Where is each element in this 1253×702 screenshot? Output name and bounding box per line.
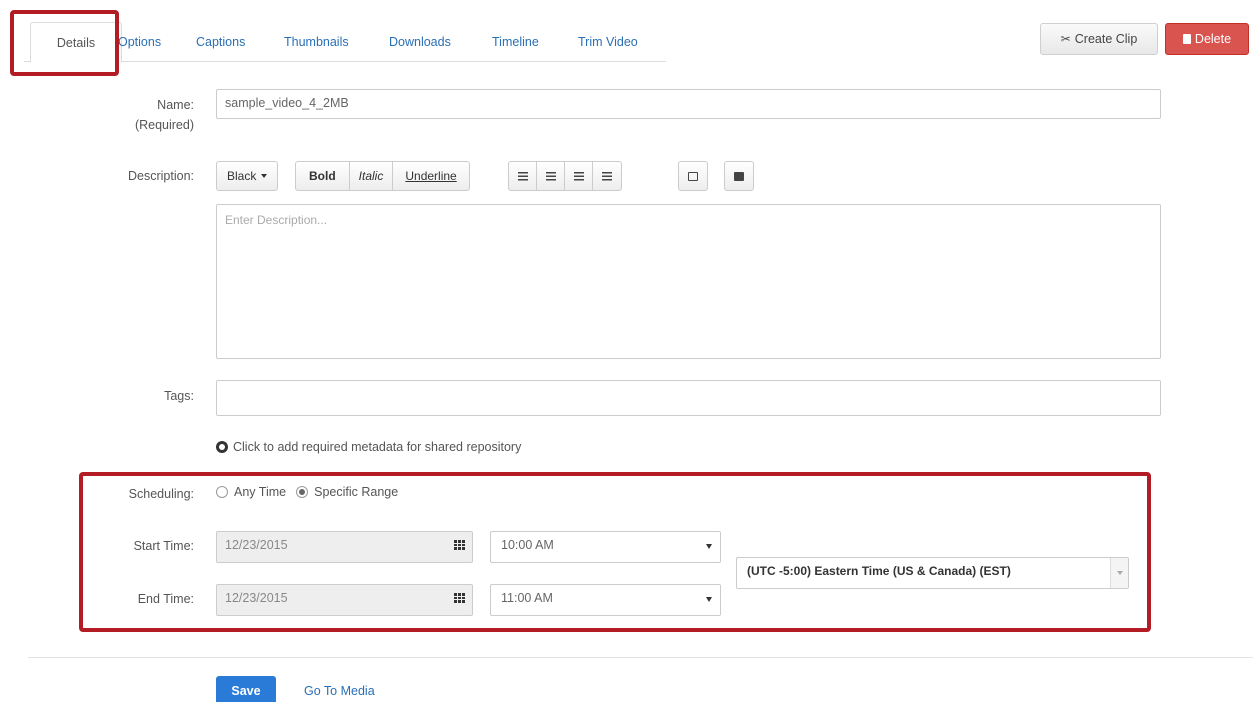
text-color-button[interactable]: Black (217, 162, 277, 190)
specific-range-radio[interactable] (296, 486, 309, 498)
format-button-group: Bold Italic Underline (295, 161, 470, 191)
link-icon (688, 171, 698, 181)
add-metadata-link[interactable]: Click to add required metadata for share… (216, 440, 521, 454)
image-icon (734, 171, 744, 181)
create-clip-label: Create Clip (1074, 32, 1138, 46)
ordered-list-button[interactable] (537, 162, 565, 190)
ordered-list-icon (545, 171, 556, 181)
tab-trim-video[interactable]: Trim Video (578, 22, 638, 62)
end-time-select[interactable]: 11:00 AM (490, 584, 721, 616)
caret-down-icon (706, 597, 712, 602)
create-clip-button[interactable]: ✂ Create Clip (1040, 23, 1158, 55)
description-textarea[interactable]: Enter Description... (216, 204, 1161, 359)
save-button[interactable]: Save (216, 676, 276, 702)
text-color-label: Black (227, 169, 257, 183)
indent-button[interactable] (593, 162, 621, 190)
end-time-value: 11:00 AM (501, 591, 553, 605)
image-button-group (724, 161, 754, 191)
unordered-list-icon (517, 171, 528, 181)
end-time-label: End Time: (137, 592, 194, 606)
end-date-value: 12/23/2015 (225, 591, 288, 605)
add-circle-icon (216, 441, 228, 453)
tab-options[interactable]: Options (118, 22, 161, 62)
text-color-dropdown[interactable]: Black (216, 161, 279, 191)
start-date-input[interactable]: 12/23/2015 (216, 531, 473, 563)
start-date-value: 12/23/2015 (225, 538, 288, 552)
any-time-label: Any Time (234, 485, 287, 499)
scheduling-label: Scheduling: (128, 487, 194, 501)
tab-captions[interactable]: Captions (196, 22, 245, 62)
timezone-select[interactable]: (UTC -5:00) Eastern Time (US & Canada) (… (736, 557, 1129, 589)
details-tab-highlight (10, 10, 119, 76)
link-button[interactable] (679, 162, 707, 190)
outdent-icon (573, 171, 584, 181)
caret-down-icon (706, 544, 712, 549)
tab-timeline[interactable]: Timeline (492, 22, 539, 62)
end-date-input[interactable]: 12/23/2015 (216, 584, 473, 616)
tab-bar: Details Options Captions Thumbnails Down… (24, 22, 666, 63)
indent-icon (602, 171, 612, 181)
timezone-value: (UTC -5:00) Eastern Time (US & Canada) (… (747, 564, 1011, 578)
caret-down-icon (261, 174, 268, 178)
unordered-list-button[interactable] (509, 162, 537, 190)
underline-button[interactable]: Underline (393, 162, 468, 190)
start-time-select[interactable]: 10:00 AM (490, 531, 721, 563)
name-label: Name: (157, 98, 194, 112)
footer-divider (28, 657, 1253, 658)
scheduling-options: Any Time Specific Range (216, 485, 398, 499)
name-label-group: Name: (Required) (100, 95, 194, 135)
timezone-dropdown-icon (1110, 558, 1128, 588)
list-button-group (508, 161, 622, 191)
any-time-radio[interactable] (216, 486, 228, 498)
name-required-label: (Required) (134, 118, 194, 132)
calendar-icon[interactable] (454, 593, 466, 603)
outdent-button[interactable] (565, 162, 593, 190)
calendar-icon[interactable] (454, 540, 466, 550)
italic-button[interactable]: Italic (350, 162, 394, 190)
add-metadata-text: Click to add required metadata for share… (233, 440, 522, 454)
tags-label: Tags: (164, 389, 194, 403)
name-input[interactable]: sample_video_4_2MB (216, 89, 1161, 119)
tags-input[interactable] (216, 380, 1161, 416)
start-time-label: Start Time: (133, 539, 194, 553)
description-label: Description: (128, 169, 194, 183)
tab-thumbnails[interactable]: Thumbnails (284, 22, 349, 62)
insert-image-button[interactable] (725, 162, 753, 190)
go-to-media-link[interactable]: Go To Media (304, 684, 375, 698)
specific-range-label: Specific Range (314, 485, 399, 499)
link-button-group (678, 161, 708, 191)
trash-icon (1182, 34, 1191, 44)
delete-label: Delete (1194, 32, 1232, 46)
tab-downloads[interactable]: Downloads (389, 22, 451, 62)
bold-button[interactable]: Bold (296, 162, 350, 190)
scissors-icon: ✂ (1060, 32, 1071, 46)
start-time-value: 10:00 AM (501, 538, 554, 552)
delete-button[interactable]: Delete (1165, 23, 1249, 55)
